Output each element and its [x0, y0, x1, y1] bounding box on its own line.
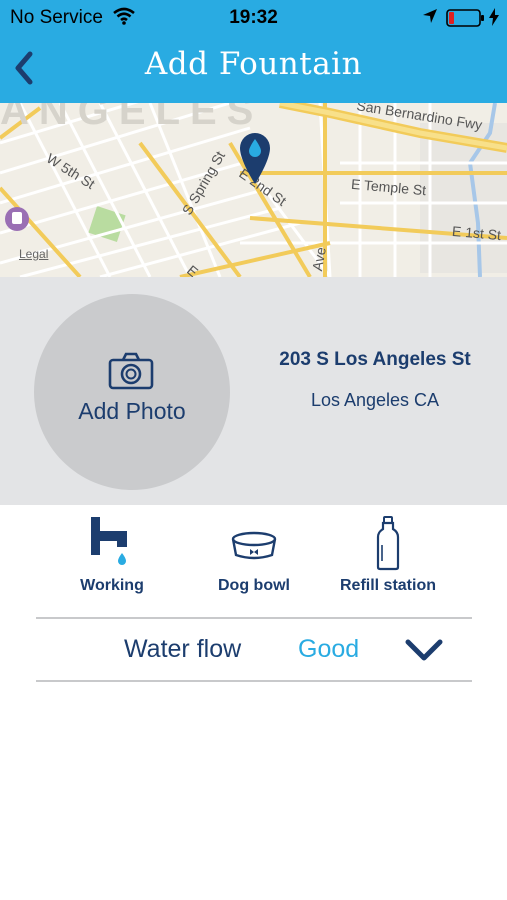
chevron-down-icon[interactable]: [404, 637, 444, 663]
bottle-icon: [308, 515, 468, 571]
camera-icon: [108, 352, 154, 390]
location-map[interactable]: ANGELES San Bernardino Fwy W 5th St S Sp…: [0, 103, 507, 277]
refill-station-toggle[interactable]: Refill station: [308, 505, 468, 615]
fountain-pin-icon[interactable]: [238, 131, 272, 185]
add-photo-button[interactable]: Add Photo: [34, 294, 230, 490]
location-arrow-icon: [422, 8, 438, 30]
water-flow-label: Water flow: [124, 635, 242, 663]
map-city-label: ANGELES: [0, 103, 264, 133]
status-bar: No Service 19:32: [0, 0, 507, 36]
working-label: Working: [80, 577, 144, 594]
water-flow-value[interactable]: Good: [298, 635, 359, 664]
faucet-icon: [32, 515, 192, 571]
address-city: Los Angeles CA: [310, 390, 440, 410]
add-photo-label: Add Photo: [78, 398, 186, 424]
fountain-info-panel: Add Photo 203 S Los Angeles St Los Angel…: [0, 277, 507, 505]
water-flow-row[interactable]: Water flow Good: [36, 619, 472, 681]
battery-icon: [446, 9, 486, 33]
divider: [36, 680, 472, 682]
working-toggle[interactable]: Working: [32, 505, 192, 615]
charging-icon: [488, 8, 500, 32]
refill-station-label: Refill station: [339, 577, 436, 594]
page-title: Add Fountain: [144, 46, 363, 82]
navigation-bar: Add Fountain: [0, 36, 507, 103]
map-legal-link[interactable]: Legal: [19, 247, 48, 261]
address-street: 203 S Los Angeles St: [279, 349, 471, 370]
